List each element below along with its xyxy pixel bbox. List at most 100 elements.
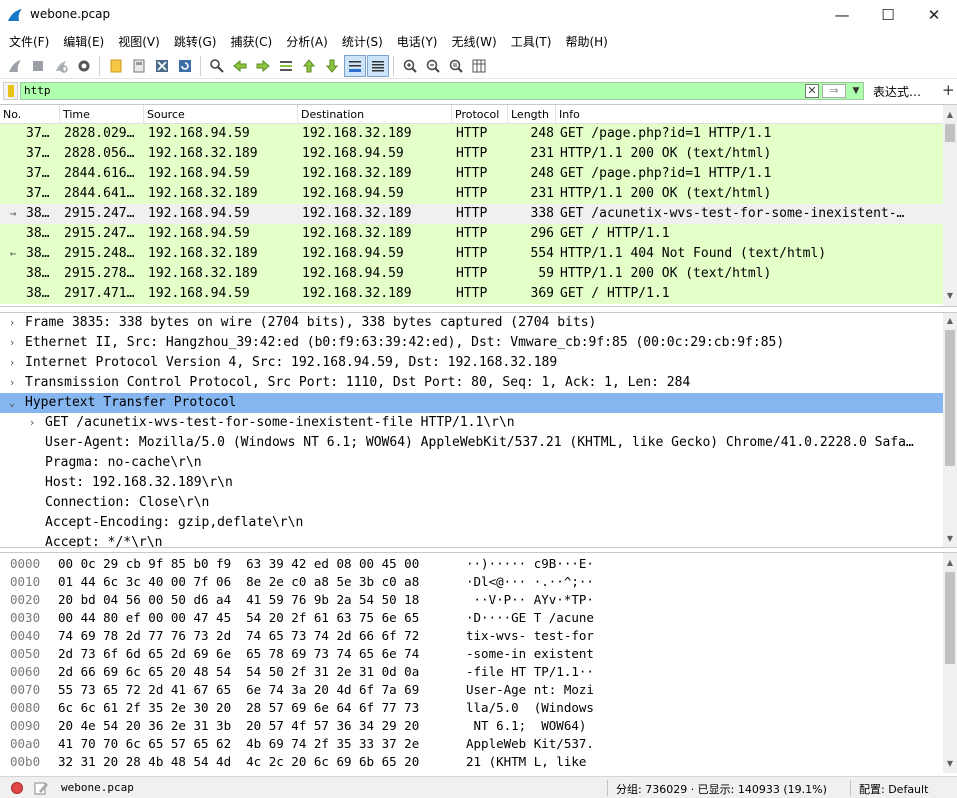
status-profile[interactable]: 配置: Default bbox=[859, 781, 928, 797]
table-row[interactable]: 37… 2828.029… 192.168.94.59 192.168.32.189 H… bbox=[0, 124, 943, 144]
table-row[interactable]: 38… 2917.471… 192.168.94.59 192.168.32.189 H… bbox=[0, 284, 943, 304]
scroll-up-icon[interactable]: ▲ bbox=[943, 314, 957, 328]
hex-dump-row[interactable]: 0030 00 44 80 ef 00 00 47 45 54 20 2f 61 … bbox=[0, 609, 943, 627]
hex-dump-row[interactable]: 0040 74 69 78 2d 77 76 73 2d 74 65 73 74 … bbox=[0, 627, 943, 645]
table-row[interactable]: → 38… 2915.247… 192.168.94.59 192.168.32.189… bbox=[0, 204, 943, 224]
menu-go[interactable]: 跳转(G) bbox=[167, 31, 224, 53]
expert-info-icon[interactable] bbox=[11, 782, 23, 794]
capture-options-button[interactable] bbox=[73, 55, 95, 77]
column-header-time[interactable]: Time bbox=[60, 105, 144, 124]
chevron-right-icon[interactable]: › bbox=[6, 353, 18, 373]
filter-history-dropdown[interactable]: ▼ bbox=[849, 84, 863, 98]
hex-dump-row[interactable]: 00a0 41 70 70 6c 65 57 65 62 4b 69 74 2f … bbox=[0, 735, 943, 753]
save-file-button[interactable] bbox=[128, 55, 150, 77]
table-row[interactable]: 38… 2915.278… 192.168.32.189 192.168.94.59 H… bbox=[0, 264, 943, 284]
reload-file-button[interactable] bbox=[174, 55, 196, 77]
detail-tree-item[interactable]: › GET /acunetix-wvs-test-for-some-inexist… bbox=[0, 413, 943, 433]
column-header-no[interactable]: No. bbox=[0, 105, 60, 124]
hex-dump-row[interactable]: 0070 55 73 65 72 2d 41 67 65 6e 74 3a 20 … bbox=[0, 681, 943, 699]
go-to-packet-button[interactable] bbox=[275, 55, 297, 77]
scrollbar-thumb[interactable] bbox=[945, 330, 955, 466]
zoom-in-button[interactable] bbox=[399, 55, 421, 77]
capture-comment-icon[interactable] bbox=[33, 780, 49, 796]
go-back-button[interactable] bbox=[229, 55, 251, 77]
start-capture-button[interactable] bbox=[4, 55, 26, 77]
detail-tree-item[interactable]: › Transmission Control Protocol, Src Port… bbox=[0, 373, 943, 393]
menu-edit[interactable]: 编辑(E) bbox=[56, 31, 111, 53]
chevron-right-icon[interactable]: › bbox=[6, 333, 18, 353]
detail-tree-item[interactable]: Host: 192.168.32.189\r\n bbox=[0, 473, 943, 493]
zoom-out-button[interactable] bbox=[422, 55, 444, 77]
restart-capture-button[interactable] bbox=[50, 55, 72, 77]
table-row[interactable]: 37… 2844.641… 192.168.32.189 192.168.94.59 H… bbox=[0, 184, 943, 204]
menu-capture[interactable]: 捕获(C) bbox=[223, 31, 279, 53]
menu-telephony[interactable]: 电话(Y) bbox=[390, 31, 445, 53]
scroll-down-icon[interactable]: ▼ bbox=[943, 757, 957, 771]
hex-dump-row[interactable]: 0060 2d 66 69 6c 65 20 48 54 54 50 2f 31 … bbox=[0, 663, 943, 681]
menu-view[interactable]: 视图(V) bbox=[111, 31, 167, 53]
go-forward-button[interactable] bbox=[252, 55, 274, 77]
filter-expression-button[interactable]: 表达式… bbox=[873, 83, 921, 100]
table-row[interactable]: 37… 2844.616… 192.168.94.59 192.168.32.189 H… bbox=[0, 164, 943, 184]
chevron-right-icon[interactable]: › bbox=[26, 413, 38, 433]
table-row[interactable]: ← 38… 2915.248… 192.168.32.189 192.168.94.59… bbox=[0, 244, 943, 264]
resize-columns-button[interactable] bbox=[468, 55, 490, 77]
detail-tree-item[interactable]: Accept-Encoding: gzip,deflate\r\n bbox=[0, 513, 943, 533]
detail-tree-item[interactable]: ⌄ Hypertext Transfer Protocol bbox=[0, 393, 943, 413]
details-scrollbar[interactable]: ▲ ▼ bbox=[943, 313, 957, 547]
hex-dump-row[interactable]: 0020 20 bd 04 56 00 50 d6 a4 41 59 76 9b … bbox=[0, 591, 943, 609]
detail-tree-item[interactable]: › Frame 3835: 338 bytes on wire (2704 bit… bbox=[0, 313, 943, 333]
hex-dump-row[interactable]: 0000 00 0c 29 cb 9f 85 b0 f9 63 39 42 ed … bbox=[0, 555, 943, 573]
column-header-info[interactable]: Info bbox=[556, 105, 943, 124]
menu-file[interactable]: 文件(F) bbox=[2, 31, 56, 53]
first-packet-button[interactable] bbox=[298, 55, 320, 77]
chevron-right-icon[interactable]: › bbox=[6, 373, 18, 393]
colorize-button[interactable] bbox=[367, 54, 389, 77]
packet-list-scrollbar[interactable]: ▲ ▼ bbox=[943, 105, 957, 306]
column-header-protocol[interactable]: Protocol bbox=[452, 105, 508, 124]
detail-tree-item[interactable]: › Ethernet II, Src: Hangzhou_39:42:ed (b0… bbox=[0, 333, 943, 353]
scroll-up-icon[interactable]: ▲ bbox=[943, 556, 957, 570]
apply-filter-button[interactable]: ⇒ bbox=[822, 84, 846, 98]
display-filter-input[interactable]: http bbox=[20, 82, 864, 100]
menu-help[interactable]: 帮助(H) bbox=[558, 31, 614, 53]
menu-statistics[interactable]: 统计(S) bbox=[335, 31, 390, 53]
scrollbar-thumb[interactable] bbox=[945, 124, 955, 142]
chevron-down-icon[interactable]: ⌄ bbox=[6, 393, 18, 413]
minimize-button[interactable]: — bbox=[819, 0, 865, 30]
detail-tree-item[interactable]: User-Agent: Mozilla/5.0 (Windows NT 6.1;… bbox=[0, 433, 943, 453]
menu-tools[interactable]: 工具(T) bbox=[504, 31, 559, 53]
scroll-up-icon[interactable]: ▲ bbox=[943, 108, 957, 122]
column-header-destination[interactable]: Destination bbox=[298, 105, 452, 124]
detail-tree-item[interactable]: Pragma: no-cache\r\n bbox=[0, 453, 943, 473]
detail-tree-item[interactable]: Connection: Close\r\n bbox=[0, 493, 943, 513]
bytes-scrollbar[interactable]: ▲ ▼ bbox=[943, 553, 957, 773]
close-file-button[interactable] bbox=[151, 55, 173, 77]
filter-bookmark-button[interactable] bbox=[3, 82, 18, 100]
chevron-right-icon[interactable]: › bbox=[6, 313, 18, 333]
find-packet-button[interactable] bbox=[206, 55, 228, 77]
scrollbar-thumb[interactable] bbox=[945, 572, 955, 664]
hex-dump-row[interactable]: 0050 2d 73 6f 6d 65 2d 69 6e 65 78 69 73 … bbox=[0, 645, 943, 663]
hex-dump-row[interactable]: 0080 6c 6c 61 2f 35 2e 30 20 28 57 69 6e … bbox=[0, 699, 943, 717]
table-row[interactable]: 37… 2828.056… 192.168.32.189 192.168.94.59 H… bbox=[0, 144, 943, 164]
table-row[interactable]: 38… 2915.247… 192.168.94.59 192.168.32.189 H… bbox=[0, 224, 943, 244]
column-header-source[interactable]: Source bbox=[144, 105, 298, 124]
scroll-down-icon[interactable]: ▼ bbox=[943, 532, 957, 546]
add-filter-button[interactable]: + bbox=[942, 81, 955, 99]
hex-dump-row[interactable]: 0090 20 4e 54 20 36 2e 31 3b 20 57 4f 57 … bbox=[0, 717, 943, 735]
hex-dump-row[interactable]: 0010 01 44 6c 3c 40 00 7f 06 8e 2e c0 a8 … bbox=[0, 573, 943, 591]
autoscroll-button[interactable] bbox=[344, 54, 366, 77]
hex-dump-row[interactable]: 00b0 32 31 20 28 4b 48 54 4d 4c 2c 20 6c … bbox=[0, 753, 943, 771]
maximize-button[interactable]: ☐ bbox=[865, 0, 911, 30]
clear-filter-button[interactable]: ✕ bbox=[805, 84, 819, 98]
menu-wireless[interactable]: 无线(W) bbox=[445, 31, 504, 53]
stop-capture-button[interactable] bbox=[27, 55, 49, 77]
detail-tree-item[interactable]: › Internet Protocol Version 4, Src: 192.1… bbox=[0, 353, 943, 373]
zoom-normal-button[interactable] bbox=[445, 55, 467, 77]
column-header-length[interactable]: Length bbox=[508, 105, 556, 124]
detail-tree-item[interactable]: Accept: */*\r\n bbox=[0, 533, 943, 547]
scroll-down-icon[interactable]: ▼ bbox=[943, 289, 957, 303]
last-packet-button[interactable] bbox=[321, 55, 343, 77]
open-file-button[interactable] bbox=[105, 55, 127, 77]
